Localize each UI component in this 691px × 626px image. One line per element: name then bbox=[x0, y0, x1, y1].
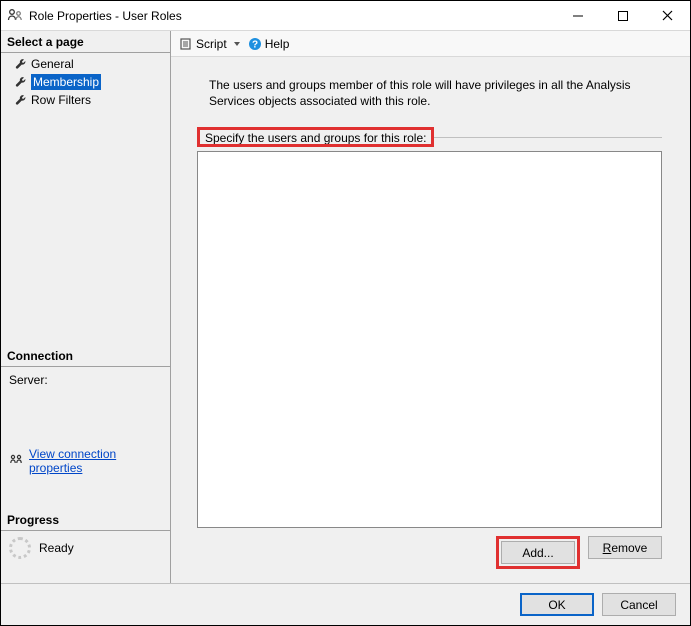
users-listbox[interactable] bbox=[197, 151, 662, 528]
window-title: Role Properties - User Roles bbox=[29, 9, 182, 23]
sidebar: Select a page General Membership Row Fil… bbox=[1, 31, 171, 583]
group-button-row: Add... Remove bbox=[197, 528, 662, 571]
page-item-label: General bbox=[31, 56, 74, 72]
page-list: General Membership Row Filters bbox=[1, 53, 170, 111]
group-legend-text: Specify the users and groups for this ro… bbox=[205, 131, 426, 145]
close-button[interactable] bbox=[645, 1, 690, 31]
dialog-body: Select a page General Membership Row Fil… bbox=[1, 31, 690, 583]
minimize-button[interactable] bbox=[555, 1, 600, 31]
connection-icon bbox=[9, 454, 23, 468]
help-button[interactable]: ? Help bbox=[248, 37, 290, 51]
progress-header: Progress bbox=[1, 509, 170, 531]
help-icon: ? bbox=[248, 37, 262, 51]
progress-body: Ready bbox=[1, 531, 170, 583]
ok-button[interactable]: OK bbox=[520, 593, 594, 616]
add-highlight: Add... bbox=[496, 536, 580, 569]
group-legend: Specify the users and groups for this ro… bbox=[199, 129, 432, 145]
page-item-label: Membership bbox=[31, 74, 101, 90]
content-inner: The users and groups member of this role… bbox=[179, 63, 680, 577]
wrench-icon bbox=[15, 58, 27, 70]
content-pane: Script ? Help The users and groups membe… bbox=[171, 31, 690, 583]
page-item-membership[interactable]: Membership bbox=[1, 73, 170, 91]
connection-link-row: View connection properties bbox=[1, 447, 170, 485]
page-item-general[interactable]: General bbox=[1, 55, 170, 73]
add-button[interactable]: Add... bbox=[501, 541, 575, 564]
page-item-label: Row Filters bbox=[31, 92, 91, 108]
dialog-footer: OK Cancel bbox=[1, 583, 690, 625]
view-connection-properties-link[interactable]: View connection properties bbox=[29, 447, 162, 475]
connection-header: Connection bbox=[1, 345, 170, 367]
content-toolbar: Script ? Help bbox=[171, 31, 690, 57]
server-label: Server: bbox=[9, 373, 162, 387]
script-dropdown[interactable]: Script bbox=[179, 37, 240, 51]
wrench-icon bbox=[15, 94, 27, 106]
page-item-row-filters[interactable]: Row Filters bbox=[1, 91, 170, 109]
wrench-icon bbox=[15, 76, 27, 88]
title-bar: Role Properties - User Roles bbox=[1, 1, 690, 31]
app-icon bbox=[7, 8, 23, 24]
help-label: Help bbox=[265, 37, 290, 51]
script-label: Script bbox=[196, 37, 227, 51]
cancel-button[interactable]: Cancel bbox=[602, 593, 676, 616]
script-icon bbox=[179, 37, 193, 51]
select-page-header: Select a page bbox=[1, 31, 170, 53]
progress-spinner-icon bbox=[9, 537, 31, 559]
progress-status: Ready bbox=[39, 541, 74, 555]
description-text: The users and groups member of this role… bbox=[179, 63, 680, 111]
connection-body: Server: bbox=[1, 367, 170, 447]
remove-button[interactable]: Remove bbox=[588, 536, 662, 559]
users-group: Specify the users and groups for this ro… bbox=[197, 129, 662, 571]
svg-text:?: ? bbox=[252, 39, 258, 50]
maximize-button[interactable] bbox=[600, 1, 645, 31]
